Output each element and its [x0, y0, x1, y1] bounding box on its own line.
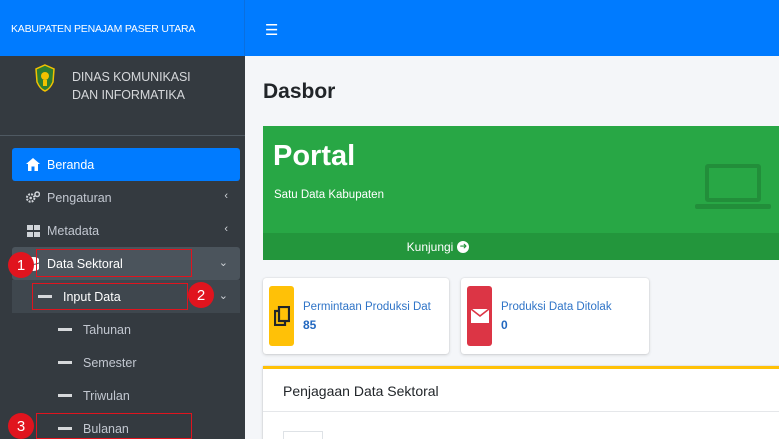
portal-subtitle: Satu Data Kabupaten	[274, 189, 384, 201]
sidebar-item-label: Tahunan	[83, 322, 131, 337]
info-box-label: Permintaan Produksi Dat	[303, 301, 431, 313]
portal-banner: Portal Satu Data Kabupaten Kunjungi ➜	[263, 126, 779, 260]
arrow-circle-right-icon: ➜	[457, 240, 470, 253]
table-icon	[26, 224, 40, 238]
dash-icon	[58, 328, 72, 331]
step-marker-1: 1	[8, 252, 34, 278]
card-title: Penjagaan Data Sektoral	[283, 383, 439, 399]
info-box-value: 85	[303, 318, 317, 332]
sidebar-item-semester[interactable]: Semester	[12, 346, 240, 379]
envelope-icon	[467, 286, 492, 346]
sidebar-item-label: Beranda	[47, 157, 95, 172]
info-box-label: Produksi Data Ditolak	[501, 301, 612, 313]
org-name: DINAS KOMUNIKASI DAN INFORMATIKA	[72, 68, 191, 104]
page-title: Dasbor	[263, 80, 336, 103]
sidebar-item-triwulan[interactable]: Triwulan	[12, 379, 240, 412]
sectoral-data-card: Penjagaan Data Sektoral	[263, 366, 779, 439]
card-divider	[263, 411, 779, 412]
laptop-icon	[705, 164, 761, 202]
info-box-value: 0	[501, 318, 508, 332]
copy-icon	[269, 286, 294, 346]
info-box-production-requests[interactable]: Permintaan Produksi Dat 85	[263, 278, 449, 354]
highlight-box-bulanan	[36, 413, 192, 439]
sidebar-item-label: Metadata	[47, 223, 100, 238]
info-box-rejected-data[interactable]: Produksi Data Ditolak 0	[461, 278, 649, 354]
home-icon	[26, 158, 40, 172]
hamburger-icon[interactable]: ☰	[265, 21, 278, 39]
visit-link[interactable]: Kunjungi ➜	[263, 233, 779, 260]
sidebar-item-metadata[interactable]: Metadata ‹	[12, 214, 240, 247]
chevron-down-icon: ⌄	[218, 290, 228, 302]
chevron-left-icon: ‹	[224, 223, 228, 235]
step-marker-2: 2	[188, 282, 214, 308]
chevron-left-icon: ‹	[224, 190, 228, 202]
sidebar-item-label: Triwulan	[83, 388, 130, 403]
top-navbar: ☰	[245, 0, 779, 56]
visit-link-label: Kunjungi	[406, 239, 454, 254]
sidebar-item-label: Pengaturan	[47, 190, 112, 205]
main-content: Dasbor Portal Satu Data Kabupaten Kunjun…	[245, 56, 779, 439]
org-name-line2: DAN INFORMATIKA	[72, 88, 185, 102]
step-marker-3: 3	[8, 413, 34, 439]
sidebar-item-tahunan[interactable]: Tahunan	[12, 313, 240, 346]
sidebar-item-pengaturan[interactable]: Pengaturan ‹	[12, 181, 240, 214]
highlight-box-data-sektoral	[36, 249, 192, 277]
brand-title[interactable]: KABUPATEN PENAJAM PASER UTARA	[0, 0, 245, 56]
cogs-icon	[26, 191, 40, 205]
dash-icon	[58, 361, 72, 364]
highlight-box-input-data	[32, 283, 188, 310]
sidebar-item-label: Semester	[83, 355, 137, 370]
sidebar-item-beranda[interactable]: Beranda	[12, 148, 240, 181]
laptop-base-icon	[695, 204, 771, 209]
org-name-line1: DINAS KOMUNIKASI	[72, 70, 191, 84]
regency-logo-icon	[35, 64, 55, 92]
chevron-down-icon: ⌄	[218, 257, 228, 269]
portal-title: Portal	[273, 140, 356, 172]
user-panel: DINAS KOMUNIKASI DAN INFORMATIKA	[0, 58, 245, 136]
table-header-cell	[283, 431, 323, 439]
dash-icon	[58, 394, 72, 397]
sidebar: KABUPATEN PENAJAM PASER UTARA DINAS KOMU…	[0, 0, 245, 439]
